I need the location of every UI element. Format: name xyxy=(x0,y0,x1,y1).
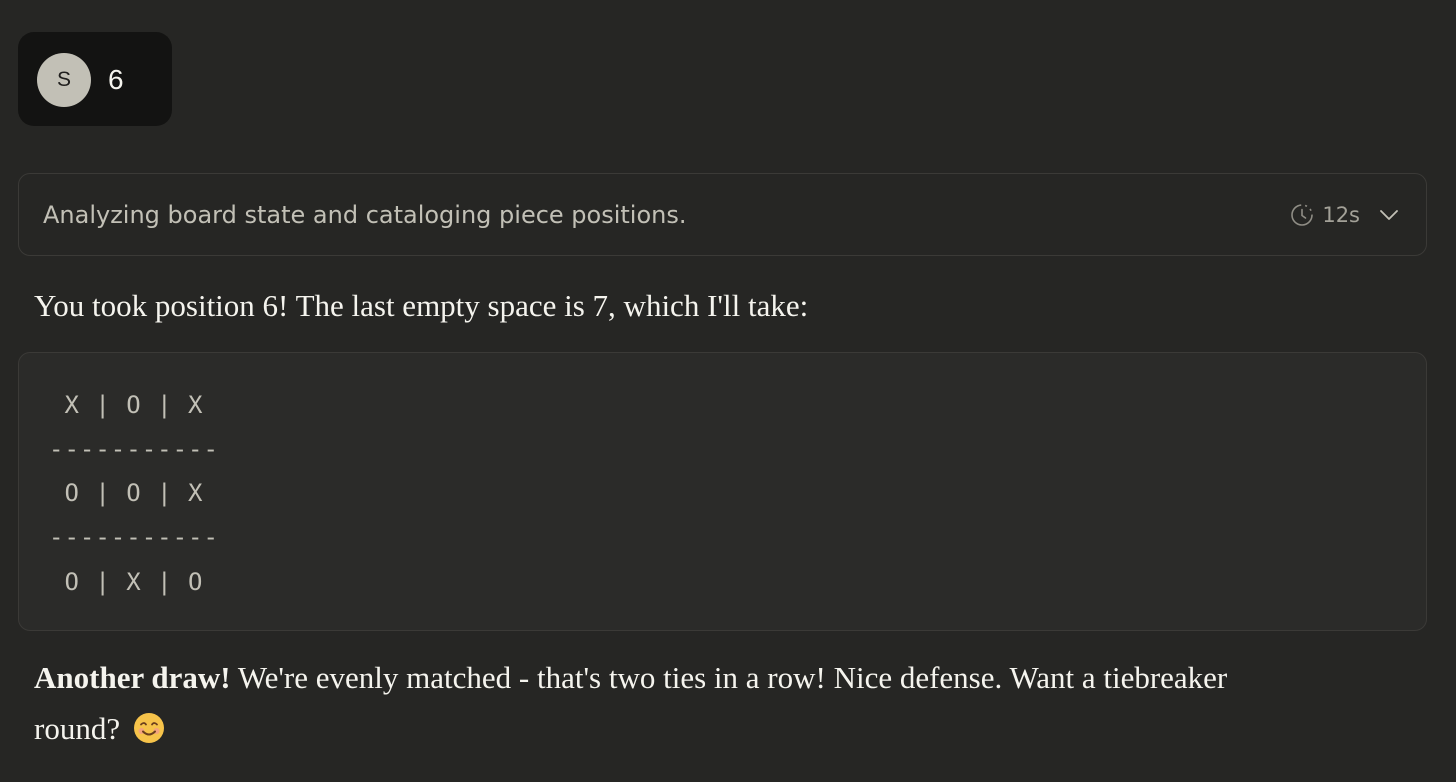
user-message-bubble: S 6 xyxy=(18,32,172,126)
code-block: X | O | X ----------- O | O | X --------… xyxy=(18,352,1427,631)
thinking-duration: 12s xyxy=(1322,203,1360,227)
response-closing: Another draw! We're evenly matched - tha… xyxy=(34,652,1294,754)
thinking-summary-card[interactable]: Analyzing board state and cataloging pie… xyxy=(18,173,1427,256)
board-divider-2: ----------- xyxy=(49,523,219,551)
board-row-2: O | O | X xyxy=(49,479,204,507)
thinking-meta[interactable]: 12s xyxy=(1290,198,1400,232)
response-intro: You took position 6! The last empty spac… xyxy=(34,288,809,323)
board-row-3: O | X | O xyxy=(49,568,204,596)
user-message-text: 6 xyxy=(108,64,124,95)
board-divider-1: ----------- xyxy=(49,435,219,463)
closing-bold-text: Another draw! xyxy=(34,660,231,695)
smiling-face-icon xyxy=(133,713,164,743)
user-avatar: S xyxy=(37,53,91,107)
board-row-1: X | O | X xyxy=(49,391,204,419)
clock-icon xyxy=(1291,204,1314,226)
chevron-down-icon[interactable] xyxy=(1378,204,1400,226)
thinking-summary-text: Analyzing board state and cataloging pie… xyxy=(43,201,687,229)
